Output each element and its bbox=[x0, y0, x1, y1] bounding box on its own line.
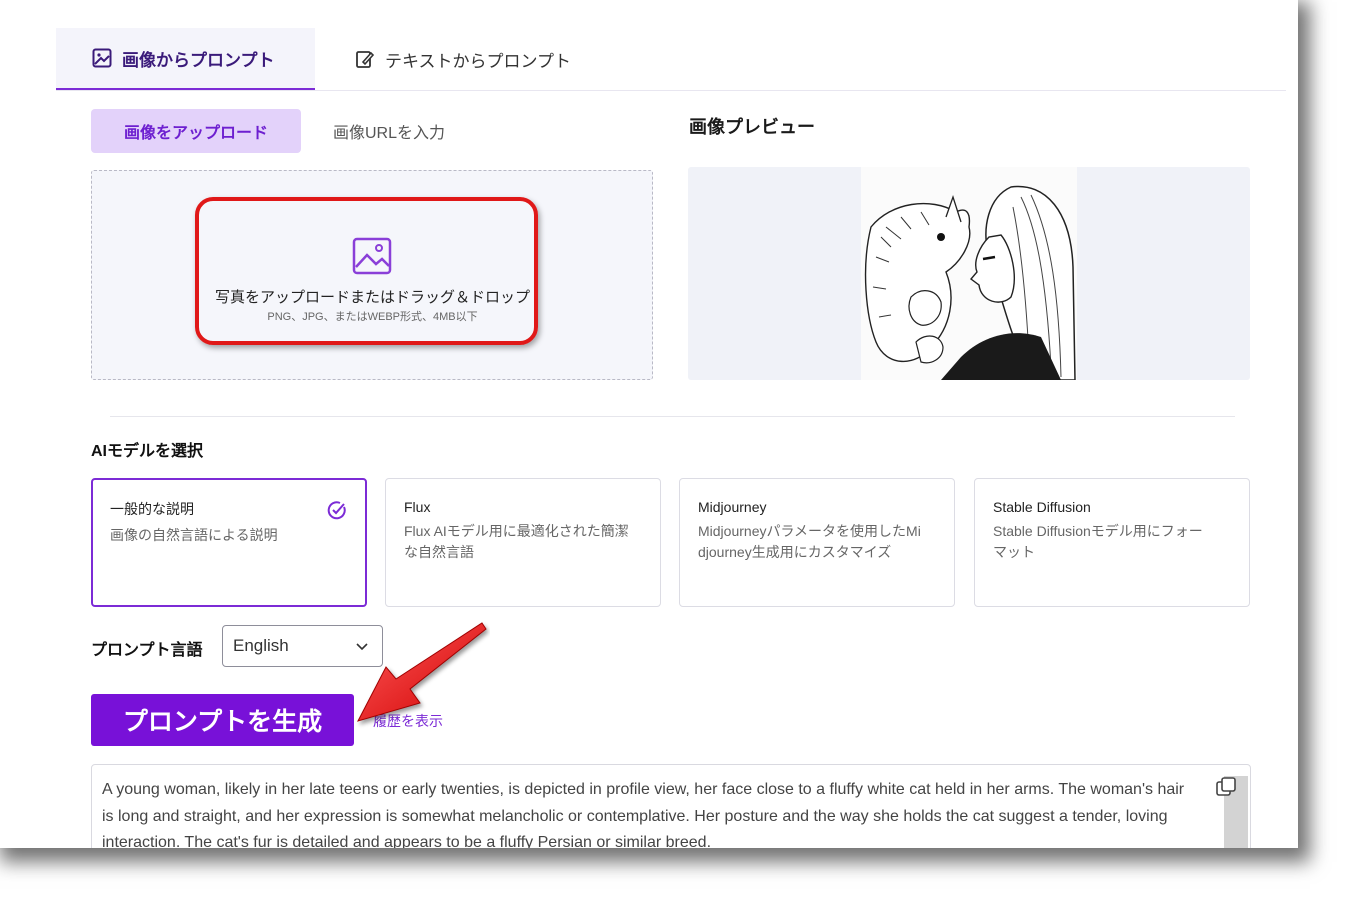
tab-text-to-prompt[interactable]: テキストからプロンプト bbox=[355, 28, 571, 90]
language-value: English bbox=[233, 636, 289, 655]
subtab-image-url[interactable]: 画像URLを入力 bbox=[333, 109, 445, 153]
image-prompt-icon bbox=[92, 48, 112, 68]
model-card-description: Flux AIモデル用に最適化された簡潔な自然言語 bbox=[404, 523, 629, 560]
section-divider bbox=[110, 416, 1235, 417]
model-heading: AIモデルを選択 bbox=[91, 443, 204, 460]
model-card-general[interactable]: 一般的な説明 画像の自然言語による説明 bbox=[91, 478, 367, 607]
language-label: プロンプト言語 bbox=[91, 642, 203, 659]
model-card-midjourney[interactable]: Midjourney Midjourneyパラメータを使用したMidjourne… bbox=[679, 478, 955, 607]
highlight-box bbox=[195, 197, 538, 345]
model-card-description: Stable Diffusionモデル用にフォーマット bbox=[993, 523, 1203, 560]
tab-image-to-prompt[interactable]: 画像からプロンプト bbox=[56, 28, 315, 90]
tab-label: 画像からプロンプト bbox=[122, 50, 275, 70]
tab-label: テキストからプロンプト bbox=[385, 51, 571, 71]
model-card-stable-diffusion[interactable]: Stable Diffusion Stable Diffusionモデル用にフォ… bbox=[974, 478, 1250, 607]
generate-prompt-button[interactable]: プロンプトを生成 bbox=[91, 694, 354, 746]
model-card-title: Flux bbox=[404, 499, 431, 515]
tab-divider bbox=[56, 90, 1286, 91]
model-card-title: 一般的な説明 bbox=[110, 501, 194, 517]
model-card-title: Midjourney bbox=[698, 499, 767, 515]
model-card-description: Midjourneyパラメータを使用したMidjourney生成用にカスタマイズ bbox=[698, 523, 921, 560]
manga-illustration bbox=[861, 167, 1077, 380]
model-card-flux[interactable]: Flux Flux AIモデル用に最適化された簡潔な自然言語 bbox=[385, 478, 661, 607]
prompt-output[interactable]: A young woman, likely in her late teens … bbox=[91, 764, 1251, 848]
app-panel: 画像からプロンプト テキストからプロンプト 画像をアップロード 画像URLを入力… bbox=[0, 0, 1298, 848]
preview-title: 画像プレビュー bbox=[689, 117, 815, 137]
subtab-upload-image[interactable]: 画像をアップロード bbox=[91, 109, 301, 153]
copy-icon[interactable] bbox=[1214, 774, 1240, 800]
model-card-description: 画像の自然言語による説明 bbox=[110, 527, 278, 543]
preview-image bbox=[861, 167, 1077, 380]
red-arrow-annotation bbox=[357, 622, 487, 722]
text-edit-icon bbox=[356, 51, 375, 68]
check-circle-icon bbox=[327, 501, 346, 520]
model-card-title: Stable Diffusion bbox=[993, 499, 1091, 515]
